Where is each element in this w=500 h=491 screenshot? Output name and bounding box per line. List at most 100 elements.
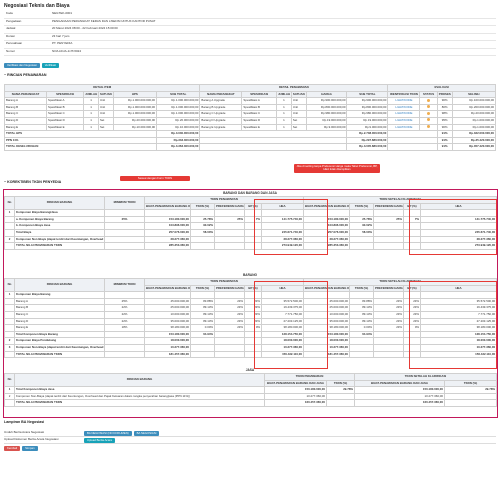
total-selisih: Rp.357.420.000,00	[451, 143, 497, 151]
status-warning-icon	[427, 125, 431, 129]
table-cell: 89.13%	[190, 317, 215, 326]
total-empty	[387, 136, 438, 145]
table-cell	[104, 228, 145, 237]
status-cell	[419, 123, 438, 132]
table-cell	[349, 209, 374, 217]
table-cell	[373, 222, 404, 230]
total-empty	[387, 130, 438, 138]
table-cell: 1	[4, 386, 15, 394]
table-cell: 1	[83, 116, 99, 125]
info-key: Jadwal	[6, 26, 16, 31]
col-header: SPESIFIKASI	[46, 90, 85, 99]
table-cell: Rp.1.000.000.000,00	[112, 97, 158, 105]
rincian-table-wrap: DETAIL ITEM DETAIL PENAWARAN EVALUASI NA…	[3, 84, 497, 151]
verify-button[interactable]: Verifikasi	[41, 63, 59, 68]
table-cell	[104, 350, 145, 359]
table-cell: 35.000.000,00	[144, 317, 191, 326]
table-cell	[373, 242, 404, 250]
table-cell	[144, 209, 191, 217]
col-header: IDENTIFIKASI TKDN	[387, 90, 421, 99]
table-cell: 181.457.360,00	[144, 350, 191, 359]
action-row: Verifikasi dan Negosiasi Verifikasi	[4, 63, 59, 68]
table-cell: 1	[276, 123, 292, 132]
tkdn-link[interactable]: LIHAT/KODE	[395, 112, 412, 116]
table-cell: 29.78%	[444, 386, 497, 394]
table-cell	[104, 235, 145, 244]
table-cell: Spesifikasi A	[241, 97, 278, 105]
table-cell: b. Komponen Biaya Jasa	[14, 222, 105, 230]
table-cell: Spesifikasi E	[241, 123, 278, 132]
status-cell	[419, 97, 438, 105]
highlight-pref-right	[409, 199, 497, 255]
table-cell: Rp.800.000.000,00	[346, 103, 389, 112]
table-cell: 25%	[373, 215, 404, 224]
callout-preferensi: Jika di setting tanpa Preferensi Harga m…	[294, 164, 380, 173]
approve-button[interactable]: Verifikasi dan Negosiasi	[4, 63, 40, 68]
table-cell	[4, 228, 15, 237]
table-cell: Barang A Upgrade	[199, 97, 243, 105]
table-cell: 64.94%	[349, 330, 374, 339]
table-cell	[214, 337, 245, 345]
table-cell: 38.180.000,00	[144, 324, 191, 332]
info-row: Perusahaan PT. PENYEDIA	[4, 41, 496, 49]
total-penawaran: Rp.3.005.880.000,00	[346, 143, 389, 151]
total-empty	[387, 143, 438, 151]
info-row: Durasi 23 hari 7 jam	[4, 34, 496, 41]
info-value: 20 Maret 2024 08:00 - 22 Februari 2024 1…	[52, 26, 118, 31]
tkdn-link[interactable]: LIHAT/KODE	[395, 125, 412, 129]
col-header: HARGA	[305, 90, 348, 99]
status-warning-icon	[427, 105, 431, 109]
table-cell: Barang A	[3, 97, 48, 105]
col-biaya: BIAYA PENAWARAN BARANG DAN JASA	[354, 379, 445, 388]
col-rincian: RINCIAN BARANG	[14, 195, 105, 211]
table-cell	[104, 330, 145, 339]
info-key: Nomor	[6, 48, 16, 53]
tkdn-link[interactable]: LIHAT/KODE	[395, 99, 412, 103]
save-button[interactable]: Simpan	[22, 446, 38, 451]
table-cell: Set	[97, 123, 114, 132]
table-cell: 25.78%	[349, 215, 374, 224]
table-cell: Komponen Non Biaya (dapat terdiri dari K…	[14, 235, 105, 244]
tkdn-link[interactable]: LIHAT/KODE	[395, 105, 412, 109]
table-cell: 18%	[104, 324, 145, 332]
table-cell: 89.13%	[349, 310, 374, 319]
table-cell: Rp.100.000.000,00	[451, 97, 497, 105]
info-value: PT. PENYEDIA	[52, 41, 73, 46]
table-cell: 153.180.000,00	[144, 330, 191, 339]
tkdn-link-cell: LIHAT/KODE	[387, 123, 421, 132]
download-ba2-button[interactable]: BA NEGOSIASI	[133, 430, 160, 436]
table-cell: 80%	[436, 103, 453, 112]
band-detail-penawaran: DETAIL PENAWARAN	[199, 84, 389, 92]
table-cell: 23%	[373, 297, 404, 306]
table-cell: Spesifikasi C	[46, 110, 85, 118]
back-button[interactable]: Kembali	[4, 446, 21, 451]
table-cell	[444, 392, 497, 401]
total-hps: Rp.3.030.000.000,00	[156, 130, 201, 138]
table-cell	[190, 343, 215, 352]
table-cell: 1	[276, 110, 292, 118]
status-cell	[419, 103, 438, 112]
table-cell: 95%	[436, 116, 453, 125]
table-cell	[214, 343, 245, 352]
table-cell	[4, 324, 15, 332]
upload-ba-button[interactable]: Upload Berita Acara	[84, 437, 115, 443]
tkdn-link[interactable]: LIHAT/KODE	[395, 118, 412, 122]
col-no: No	[4, 372, 15, 388]
download-ba-button[interactable]: BA NEGOSIASI (NO DOKUMEN)	[84, 430, 132, 436]
lampiran-upload-label: Upload Dokumen Berita Acara Negosiasi	[4, 437, 59, 442]
col-rincian: RINCIAN BARANG	[14, 372, 265, 388]
col-biaya: BIAYA PENAWARAN BARANG DAN JASA	[264, 379, 327, 388]
table-cell	[373, 291, 404, 299]
table-cell	[373, 209, 404, 217]
table-cell: 150.180.000,00	[354, 386, 445, 394]
col-minimum: MINIMUM TKDN	[104, 277, 145, 293]
total-proses: 91%	[436, 130, 453, 138]
table-cell	[214, 209, 245, 217]
table-cell	[373, 350, 404, 359]
col-header: TKDN (%)	[349, 284, 374, 293]
total-proses: 91%	[436, 143, 453, 151]
table-cell: Spesifikasi D	[46, 116, 85, 125]
table-cell	[104, 222, 145, 230]
table-cell: 2	[4, 392, 15, 401]
table-cell: Rp.200.000.000,00	[451, 103, 497, 112]
